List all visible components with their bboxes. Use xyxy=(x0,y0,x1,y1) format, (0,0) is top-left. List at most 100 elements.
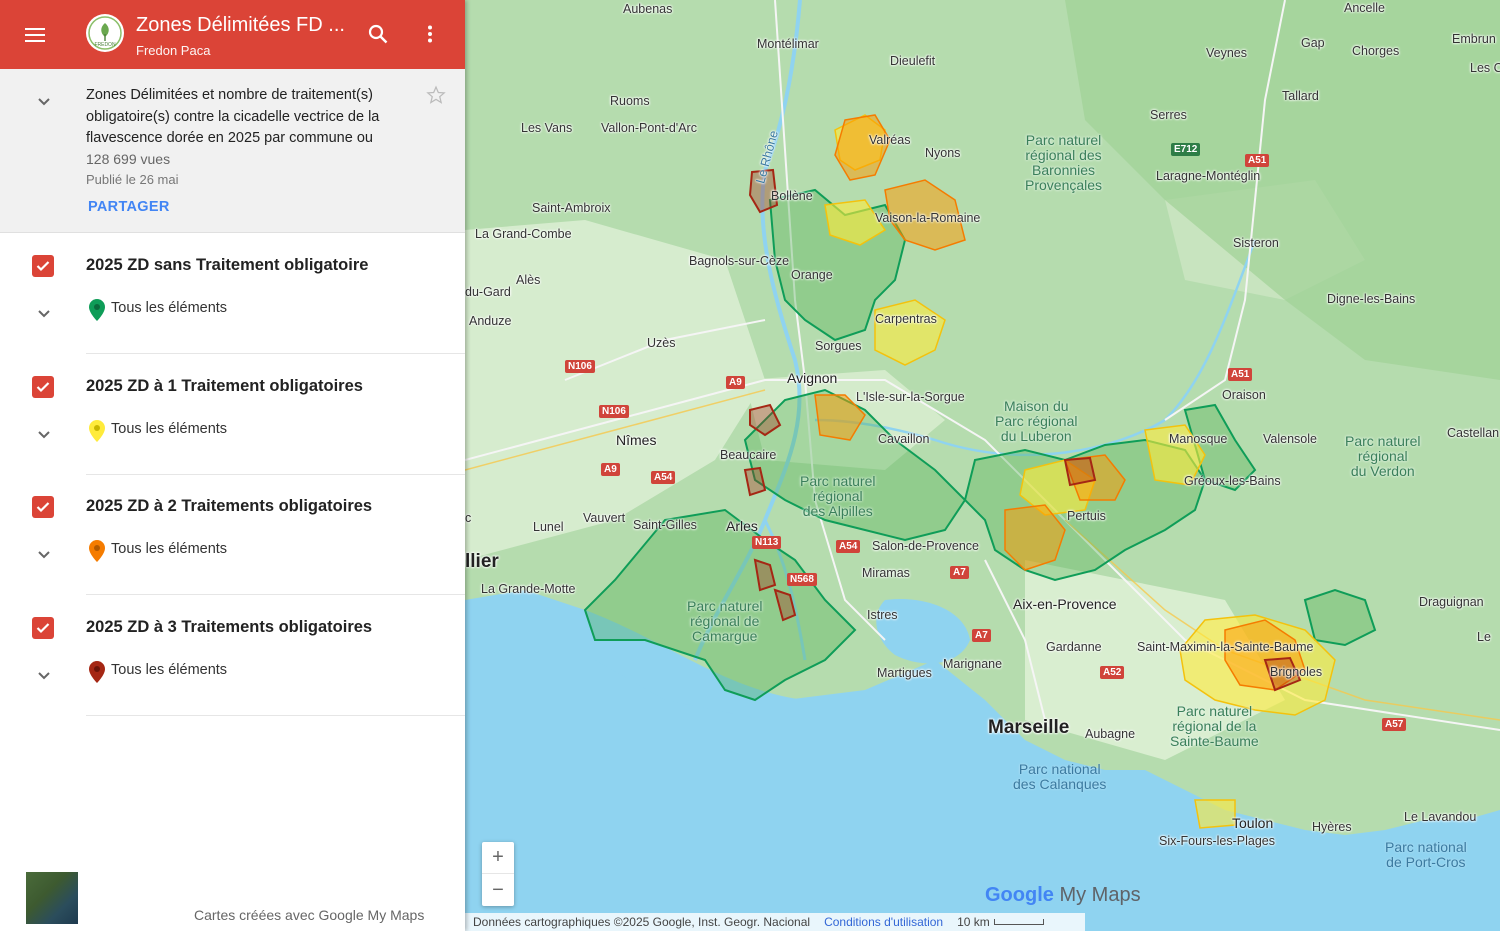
place-label[interactable]: Laragne-Montéglin xyxy=(1156,169,1260,183)
layer-all-items[interactable]: Tous les éléments xyxy=(111,300,227,316)
place-label[interactable]: Veynes xyxy=(1206,46,1247,60)
layer-checkbox[interactable] xyxy=(32,617,54,639)
park-label[interactable]: Parc naturel régional des Alpilles xyxy=(800,474,875,519)
place-label[interactable]: Salon-de-Provence xyxy=(872,539,979,553)
place-label[interactable]: Beaucaire xyxy=(720,448,776,462)
layer-all-items[interactable]: Tous les éléments xyxy=(111,421,227,437)
place-label[interactable]: Bagnols-sur-Cèze xyxy=(689,254,789,268)
place-label[interactable]: Orange xyxy=(791,268,833,282)
layer-expand-chevron[interactable] xyxy=(32,422,56,446)
place-label[interactable]: La Grande-Motte xyxy=(481,582,576,596)
basemap-thumbnail[interactable] xyxy=(26,872,78,924)
place-label[interactable]: Dieulefit xyxy=(890,54,935,68)
layer-expand-chevron[interactable] xyxy=(32,542,56,566)
place-label[interactable]: Gréoux-les-Bains xyxy=(1184,474,1281,488)
place-label[interactable]: Six-Fours-les-Plages xyxy=(1159,834,1275,848)
place-label[interactable]: Marseille xyxy=(988,717,1069,739)
layer-checkbox[interactable] xyxy=(32,496,54,518)
layer-all-items[interactable]: Tous les éléments xyxy=(111,541,227,557)
place-label[interactable]: Uzès xyxy=(647,336,675,350)
place-label[interactable]: Anduze xyxy=(469,314,511,328)
place-label[interactable]: Saint-Ambroix xyxy=(532,201,611,215)
menu-button[interactable] xyxy=(20,20,50,50)
place-label[interactable]: Marignane xyxy=(943,657,1002,671)
place-label[interactable]: Valensole xyxy=(1263,432,1317,446)
zoom-in-button[interactable]: + xyxy=(482,842,514,874)
place-label[interactable]: Ancelle xyxy=(1344,1,1385,15)
place-label[interactable]: Oraison xyxy=(1222,388,1266,402)
place-label[interactable]: Vaison-la-Romaine xyxy=(875,211,980,225)
place-label[interactable]: Martigues xyxy=(877,666,932,680)
place-label[interactable]: Gardanne xyxy=(1046,640,1102,654)
place-label[interactable]: Nyons xyxy=(925,146,960,160)
place-label[interactable]: Nîmes xyxy=(616,432,656,448)
place-label[interactable]: Bollène xyxy=(771,189,813,203)
place-label[interactable]: Aubenas xyxy=(623,2,672,16)
place-label[interactable]: llier xyxy=(465,551,499,573)
place-label[interactable]: Sisteron xyxy=(1233,236,1279,250)
star-button[interactable] xyxy=(426,85,448,107)
place-label[interactable]: Avignon xyxy=(787,370,837,386)
place-label[interactable]: Embrun xyxy=(1452,32,1496,46)
place-label[interactable]: La Grand-Combe xyxy=(475,227,572,241)
place-label[interactable]: Manosque xyxy=(1169,432,1227,446)
description-expand-chevron[interactable] xyxy=(32,89,56,113)
park-label[interactable]: Parc national des Calanques xyxy=(1013,762,1106,792)
place-label[interactable]: Saint-Gilles xyxy=(633,518,697,532)
place-label[interactable]: Ruoms xyxy=(610,94,650,108)
layer-expand-chevron[interactable] xyxy=(32,301,56,325)
place-label[interactable]: Tallard xyxy=(1282,89,1319,103)
park-label[interactable]: Parc naturel régional du Verdon xyxy=(1345,434,1420,479)
place-label[interactable]: Cavaillon xyxy=(878,432,929,446)
place-label[interactable]: Sorgues xyxy=(815,339,862,353)
place-label[interactable]: L'Isle-sur-la-Sorgue xyxy=(856,390,965,404)
place-label[interactable]: Brignoles xyxy=(1270,665,1322,679)
place-label[interactable]: Digne-les-Bains xyxy=(1327,292,1415,306)
place-label[interactable]: Vallon-Pont-d'Arc xyxy=(601,121,697,135)
place-label[interactable]: Vauvert xyxy=(583,511,625,525)
map-owner[interactable]: Fredon Paca xyxy=(136,43,210,58)
place-label[interactable]: Toulon xyxy=(1232,815,1273,831)
park-label[interactable]: Parc naturel régional de Camargue xyxy=(687,599,762,644)
place-label[interactable]: Montélimar xyxy=(757,37,819,51)
map-canvas[interactable]: Aubenas Montélimar Dieulefit Ruoms Les V… xyxy=(465,0,1500,931)
place-label[interactable]: c xyxy=(465,511,471,525)
layer-checkbox[interactable] xyxy=(32,255,54,277)
place-label[interactable]: Aix-en-Provence xyxy=(1013,596,1117,612)
share-button[interactable]: PARTAGER xyxy=(88,199,170,215)
place-label[interactable]: Castellan xyxy=(1447,426,1499,440)
place-label[interactable]: Les C xyxy=(1470,61,1500,75)
more-options-button[interactable] xyxy=(418,20,442,48)
place-label[interactable]: Chorges xyxy=(1352,44,1399,58)
my-maps-credit[interactable]: Cartes créées avec Google My Maps xyxy=(194,907,424,923)
scale-bar[interactable]: 10 km xyxy=(957,915,1044,929)
place-label[interactable]: Le Lavandou xyxy=(1404,810,1476,824)
place-label[interactable]: Valréas xyxy=(869,133,910,147)
place-label[interactable]: Draguignan xyxy=(1419,595,1484,609)
place-label[interactable]: Miramas xyxy=(862,566,910,580)
zoom-out-button[interactable]: − xyxy=(482,874,514,906)
place-label[interactable]: Saint-Maximin-la-Sainte-Baume xyxy=(1137,640,1313,654)
layer-checkbox[interactable] xyxy=(32,376,54,398)
layer-expand-chevron[interactable] xyxy=(32,663,56,687)
park-label[interactable]: Parc naturel régional des Baronnies Prov… xyxy=(1025,133,1102,193)
place-label[interactable]: Gap xyxy=(1301,36,1325,50)
terms-link[interactable]: Conditions d'utilisation xyxy=(824,915,943,929)
place-label[interactable]: Istres xyxy=(867,608,898,622)
place-label[interactable]: Lunel xyxy=(533,520,564,534)
place-label[interactable]: Hyères xyxy=(1312,820,1352,834)
place-label[interactable]: Le xyxy=(1477,630,1491,644)
place-label[interactable]: Arles xyxy=(726,518,758,534)
place-label[interactable]: Serres xyxy=(1150,108,1187,122)
place-label[interactable]: Aubagne xyxy=(1085,727,1135,741)
park-label[interactable]: Parc national de Port-Cros xyxy=(1385,840,1467,870)
park-label[interactable]: Maison du Parc régional du Luberon xyxy=(995,399,1078,444)
place-label[interactable]: du-Gard xyxy=(465,285,511,299)
place-label[interactable]: Pertuis xyxy=(1067,509,1106,523)
place-label[interactable]: Alès xyxy=(516,273,540,287)
place-label[interactable]: Carpentras xyxy=(875,312,937,326)
place-label[interactable]: Les Vans xyxy=(521,121,572,135)
search-button[interactable] xyxy=(364,20,392,48)
park-label[interactable]: Parc naturel régional de la Sainte-Baume xyxy=(1170,704,1259,749)
layer-all-items[interactable]: Tous les éléments xyxy=(111,662,227,678)
